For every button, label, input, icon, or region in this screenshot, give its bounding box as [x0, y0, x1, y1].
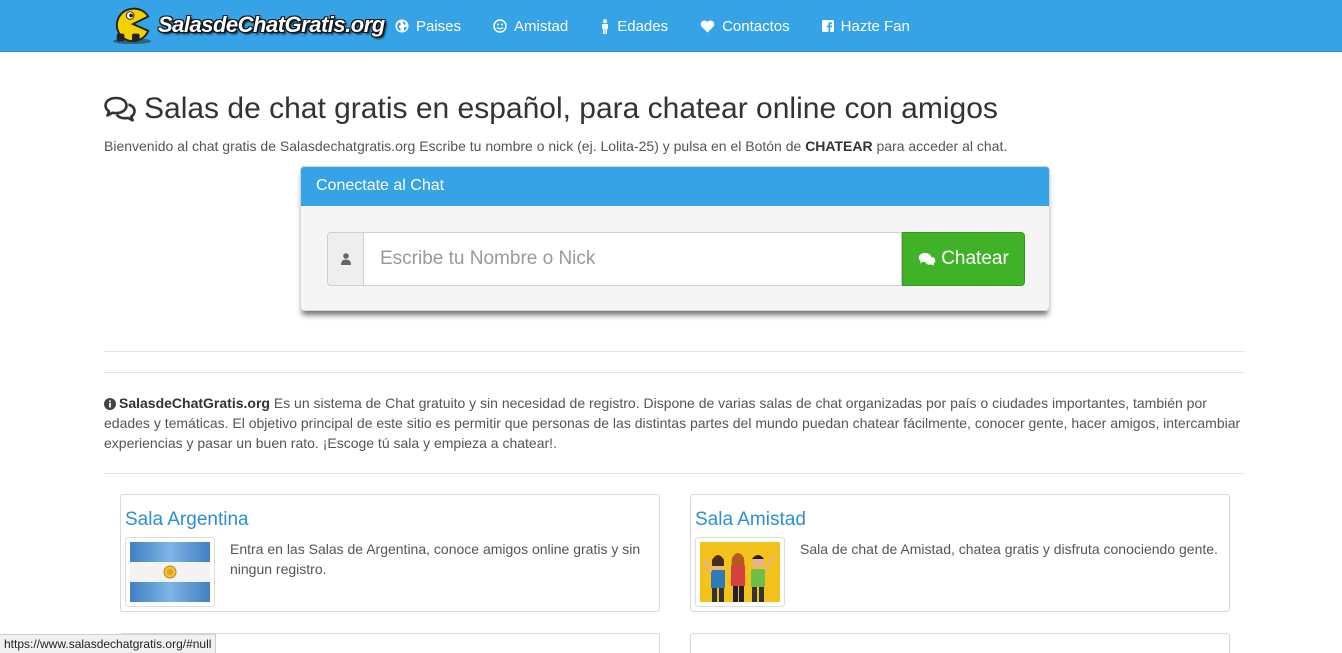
about-site-name: SalasdeChatGratis.org [119, 395, 270, 411]
facebook-icon [821, 20, 834, 32]
pacman-mascot-icon [112, 7, 152, 45]
room-card-argentina: Sala Argentina Entra en las Salas de Arg… [120, 494, 660, 612]
friends-photo-icon [700, 542, 780, 602]
smile-icon [493, 19, 507, 33]
user-icon [340, 253, 351, 265]
page-title: Salas de chat gratis en español, para ch… [104, 92, 998, 126]
heart-icon [700, 20, 715, 32]
comments-icon [104, 96, 136, 122]
amistad-thumbnail[interactable] [695, 537, 785, 607]
person-icon [602, 18, 609, 34]
divider [104, 372, 1245, 373]
nav-item-amistad[interactable]: Amistad [493, 18, 568, 35]
browser-status-url: https://www.salasdechatgratis.org/#null [0, 634, 217, 653]
room-description: Sala de chat de Amistad, chatea gratis y… [800, 541, 1218, 557]
room-card-amistad: Sala Amistad Sala de chat de Amistad, ch… [690, 494, 1230, 612]
info-icon [104, 398, 116, 410]
nav-item-label: Amistad [514, 17, 569, 35]
about-text: SalasdeChatGratis.org Es un sistema de C… [104, 393, 1244, 453]
site-logo[interactable]: SalasdeChatGratis.org [108, 2, 385, 48]
nav-item-label: Contactos [722, 17, 790, 35]
nav-item-label: Edades [617, 17, 669, 35]
room-title-link[interactable]: Sala Argentina [125, 509, 249, 531]
connect-panel: Conectate al Chat Chatear [300, 166, 1050, 311]
nav-item-hazte-fan[interactable]: Hazte Fan [821, 17, 910, 35]
room-description: Entra en las Salas de Argentina, conoce … [230, 541, 641, 577]
intro-text: Bienvenido al chat gratis de Salasdechat… [104, 138, 1007, 154]
nav-item-label: Paises [416, 17, 462, 35]
intro-prefix: Bienvenido al chat gratis de Salasdechat… [104, 138, 802, 154]
nick-input-group: Chatear [327, 232, 1025, 286]
room-title-link[interactable]: Sala Amistad [695, 509, 806, 531]
nick-input[interactable] [363, 232, 902, 286]
nav-item-label: Hazte Fan [840, 17, 910, 35]
page-title-text: Salas de chat gratis en español, para ch… [144, 92, 998, 125]
logo-text: SalasdeChatGratis.org [158, 12, 385, 37]
connect-panel-title: Conectate al Chat [301, 167, 1049, 206]
argentina-flag-thumbnail[interactable] [125, 537, 215, 607]
chatear-button-label: Chatear [941, 248, 1009, 269]
user-addon [327, 232, 363, 286]
comment-icon [918, 252, 936, 266]
intro-bold: CHATEAR [805, 138, 873, 154]
top-navbar: SalasdeChatGratis.org Paises Amistad Eda… [0, 0, 1342, 52]
argentina-flag-icon [130, 542, 210, 602]
main-nav: Paises Amistad Edades Contactos Hazte Fa… [395, 0, 942, 52]
nav-item-contactos[interactable]: Contactos [700, 18, 790, 35]
room-card-partial [690, 633, 1230, 653]
divider [104, 351, 1245, 352]
intro-suffix: para acceder al chat. [876, 138, 1008, 154]
chatear-button[interactable]: Chatear [902, 232, 1025, 286]
nav-item-paises[interactable]: Paises [395, 18, 461, 35]
nav-item-edades[interactable]: Edades [600, 18, 668, 35]
about-body: Es un sistema de Chat gratuito y sin nec… [104, 395, 1241, 451]
globe-icon [395, 19, 409, 33]
divider [104, 473, 1245, 474]
